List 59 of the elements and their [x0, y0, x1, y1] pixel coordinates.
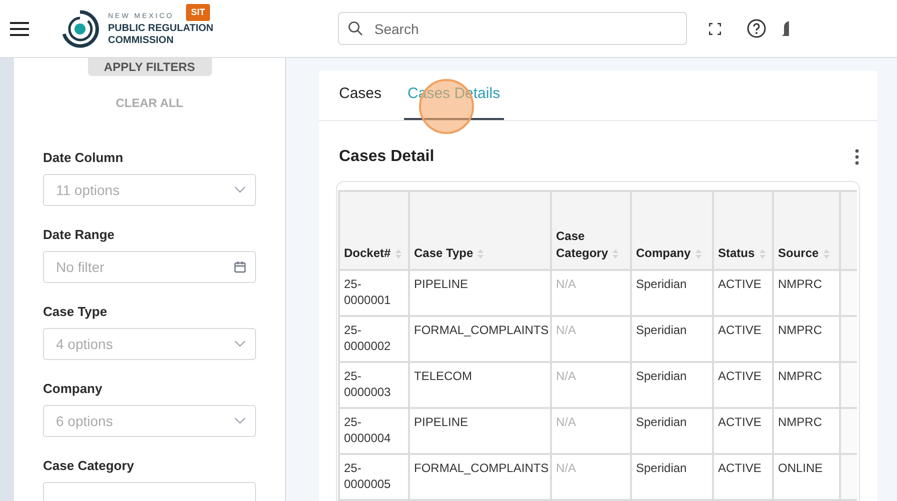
column-header[interactable]: Docket# — [339, 191, 409, 270]
chevron-down-icon — [234, 417, 246, 425]
kebab-menu-icon[interactable] — [855, 149, 859, 165]
column-header[interactable]: Source — [773, 191, 840, 270]
table-cell: 25-0000005 — [339, 454, 409, 500]
sort-icon[interactable] — [694, 248, 702, 259]
table-cell: N/A — [551, 454, 631, 500]
logo-subtitle: COMMISSION — [108, 34, 174, 46]
table-cell: PIPELINE — [409, 270, 551, 316]
table-cell: N/A — [551, 408, 631, 454]
table-cell: TELECOM — [409, 362, 551, 408]
column-header[interactable]: Case Type — [409, 191, 551, 270]
filter-label: Date Column — [43, 149, 124, 165]
table-cell: Speridian — [631, 362, 713, 408]
search-icon — [348, 21, 364, 36]
filter-label: Date Range — [43, 226, 116, 242]
table-cell: ACTIVE — [713, 362, 773, 408]
table-cell: 25-0000003 — [339, 362, 409, 408]
filter-label: Company — [43, 380, 104, 396]
sort-icon[interactable] — [758, 248, 766, 259]
panel-title: Cases Detail — [339, 147, 434, 167]
table-cell: FORMAL_COMPLAINTS — [409, 454, 551, 500]
column-header[interactable]: Company — [631, 191, 713, 270]
table-cell: Speridian — [631, 270, 713, 316]
apply-filters-button[interactable]: APPLY FILTERS — [88, 58, 212, 76]
table-cell: FORMAL_COMPLAINTS — [409, 316, 551, 362]
table-cell: PIPELINE — [409, 408, 551, 454]
table-cell: N/A — [551, 270, 631, 316]
table-cell: ACTIVE — [713, 270, 773, 316]
table-cell: ACTIVE — [713, 408, 773, 454]
table-cell: ACTIVE — [713, 316, 773, 362]
sort-icon[interactable] — [477, 248, 484, 259]
table-cell: N/A — [551, 316, 631, 362]
menu-icon[interactable] — [10, 22, 29, 36]
logo-icon — [60, 8, 100, 48]
column-header[interactable]: Status — [713, 191, 773, 270]
table-cell: 25-0000004 — [339, 408, 409, 454]
table-cell: Speridian — [631, 454, 713, 500]
chevron-down-icon — [234, 340, 246, 348]
fullscreen-icon[interactable] — [709, 22, 722, 34]
search-field[interactable]: Search — [338, 12, 688, 45]
chevron-down-icon — [234, 186, 246, 194]
logo-title: PUBLIC REGULATION — [108, 22, 214, 34]
environment-badge: SIT — [186, 4, 210, 21]
calendar-icon — [234, 261, 246, 273]
table-cell: 25-0000001 — [339, 270, 409, 316]
column-header[interactable]: Case Category — [551, 191, 631, 270]
table-cell: 25-0000002 — [339, 316, 409, 362]
table-cell: Speridian — [631, 408, 713, 454]
help-icon[interactable] — [747, 19, 766, 38]
table-cell: ACTIVE — [713, 454, 773, 500]
sort-icon[interactable] — [612, 248, 620, 259]
table-cell: N/A — [551, 362, 631, 408]
sort-icon[interactable] — [394, 248, 402, 259]
tab[interactable]: Cases — [339, 70, 382, 120]
sort-icon[interactable] — [822, 248, 830, 259]
filter-label: Case Category — [43, 457, 136, 473]
table-cell: Speridian — [631, 316, 713, 362]
filter-label: Case Type — [43, 303, 108, 319]
